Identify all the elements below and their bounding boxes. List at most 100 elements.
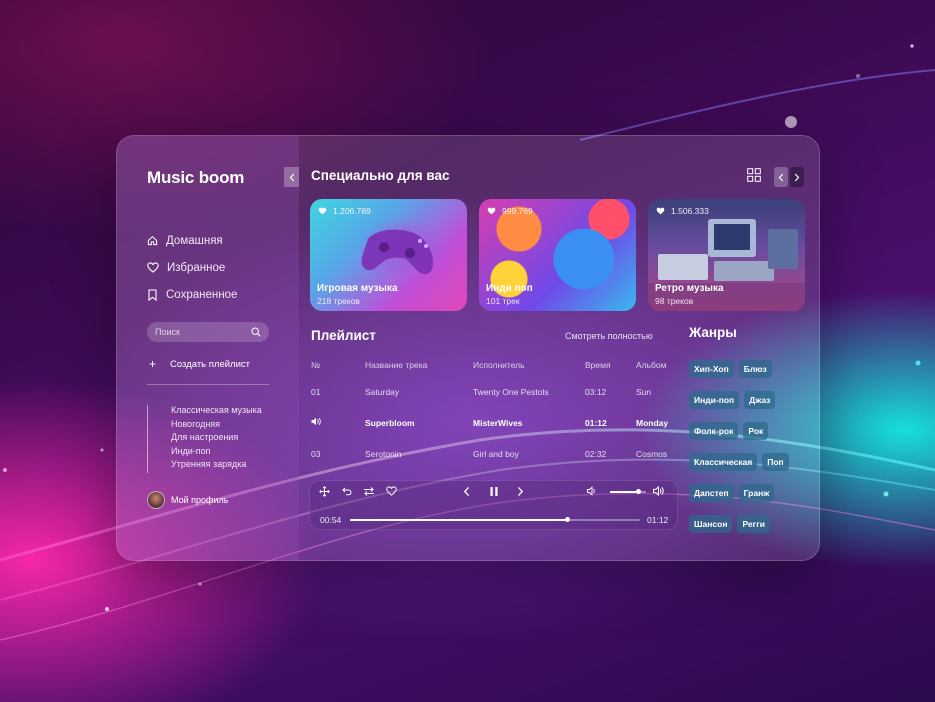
heart-filled-icon	[487, 207, 496, 215]
card-gaming-music[interactable]: 1.206.789 Игровая музыка 218 треков	[310, 199, 467, 311]
genre-chip[interactable]: Хип-Хоп	[689, 359, 734, 378]
main-content: Специально для вас 1.206.789 Игровая муз…	[299, 135, 820, 561]
sidebar: Music boom Домашняя Избранное Сохраненно…	[116, 135, 299, 561]
track-album: Monday	[636, 417, 669, 428]
chevron-right-icon	[517, 486, 524, 497]
see-all-link[interactable]: Смотреть полностью	[565, 331, 653, 341]
prev-page-button[interactable]	[774, 167, 788, 187]
track-number	[311, 407, 365, 438]
track-title: Serotonin	[365, 448, 402, 459]
nav-item-saved[interactable]: Сохраненное	[147, 281, 237, 308]
repeat-button[interactable]	[363, 486, 375, 497]
genre-row: Шансон Регги	[689, 508, 804, 539]
likes-count: 1.506.333	[656, 206, 709, 216]
pause-icon	[490, 487, 498, 496]
playlist-item[interactable]: Классическая музыка	[171, 405, 262, 419]
genre-chip[interactable]: Регги	[737, 514, 770, 533]
volume-high-icon	[653, 486, 664, 496]
playlist-item[interactable]: Для настроения	[171, 432, 262, 446]
featured-title: Специально для вас	[311, 168, 450, 183]
nav-item-label: Сохраненное	[166, 288, 238, 301]
volume-knob[interactable]	[636, 489, 642, 494]
track-album: Sun	[636, 386, 652, 397]
previous-track-button[interactable]	[463, 486, 470, 497]
heart-filled-icon	[656, 207, 665, 215]
plus-icon: +	[149, 357, 157, 371]
progress-knob[interactable]	[565, 517, 570, 522]
volume-down-button[interactable]	[587, 486, 598, 496]
genre-row: Хип-Хоп Блюз	[689, 353, 804, 384]
progress-bar[interactable]	[350, 517, 640, 522]
nav-item-home[interactable]: Домашняя	[147, 227, 237, 254]
genre-row: Фолк-рок Рок	[689, 415, 804, 446]
playlist-title: Плейлист	[311, 328, 376, 343]
next-track-button[interactable]	[517, 486, 524, 497]
track-album: Cosmos	[636, 448, 668, 459]
playlist-list: Классическая музыка Новогодняя Для настр…	[147, 405, 262, 473]
collapse-sidebar-button[interactable]	[284, 167, 299, 187]
progress-fill	[350, 519, 568, 521]
elapsed-time: 00:54	[320, 515, 342, 525]
chevron-left-icon	[289, 173, 294, 181]
table-row[interactable]: 01 Saturday Twenty One Pestols 03:12 Sun	[311, 376, 681, 407]
heart-icon	[386, 486, 397, 496]
genre-chip[interactable]: Рок	[743, 421, 769, 440]
track-artist: MisterWives	[473, 417, 523, 428]
volume-fill	[610, 491, 639, 493]
column-header: Альбом	[636, 360, 667, 370]
card-retro-music[interactable]: 1.506.333 Ретро музыка 98 треков	[648, 199, 805, 311]
track-title: Superbloom	[365, 417, 415, 428]
track-title: Saturday	[365, 386, 400, 397]
track-number: 01	[311, 386, 321, 397]
likes-count: 999.769	[487, 206, 533, 216]
grid-view-button[interactable]	[747, 168, 761, 187]
player-bar: 00:54 01:12	[309, 480, 678, 530]
speaker-playing-icon	[311, 417, 321, 426]
genre-chip[interactable]: Шансон	[689, 514, 733, 533]
shuffle-button[interactable]	[319, 486, 330, 497]
genre-chip[interactable]: Поп	[762, 452, 789, 471]
genre-chip[interactable]: Гранж	[738, 483, 775, 502]
genre-chip[interactable]: Фолк-рок	[689, 421, 739, 440]
volume-up-button[interactable]	[653, 486, 665, 496]
nav-item-label: Домашняя	[166, 234, 223, 247]
card-indie-pop[interactable]: 999.769 Инди поп 101 трек	[479, 199, 636, 311]
table-row-active[interactable]: Superbloom MisterWives 01:12 Monday	[311, 407, 681, 438]
genre-chip[interactable]: Классическая	[689, 452, 758, 471]
create-playlist-button[interactable]: + Создать плейлист	[147, 357, 250, 371]
chevron-left-icon	[778, 173, 784, 181]
move-icon	[319, 486, 330, 497]
card-title: Инди поп	[486, 283, 533, 294]
nav-item-favorites[interactable]: Избранное	[147, 254, 237, 281]
card-subtitle: 98 треков	[655, 296, 694, 306]
back-button[interactable]	[341, 486, 352, 497]
genres-grid: Хип-Хоп Блюз Инди-поп Джаз Фолк-рок Рок Класси…	[689, 353, 804, 539]
next-page-button[interactable]	[790, 167, 804, 187]
volume-slider[interactable]	[610, 489, 646, 494]
track-time: 03:12	[585, 386, 607, 397]
playlist-item[interactable]: Инди-поп	[171, 446, 262, 460]
genre-chip[interactable]: Блюз	[738, 359, 772, 378]
genre-chip[interactable]: Инди-поп	[689, 390, 740, 409]
genre-row: Дапстеп Гранж	[689, 477, 804, 508]
table-row[interactable]: 03 Serotonin Girl and boy 02:32 Cosmos	[311, 438, 681, 469]
card-subtitle: 218 треков	[317, 296, 360, 306]
genre-row: Инди-поп Джаз	[689, 384, 804, 415]
heart-filled-icon	[318, 207, 327, 215]
column-header: Время	[585, 360, 611, 370]
nav-item-label: Избранное	[167, 261, 226, 274]
create-playlist-label: Создать плейлист	[170, 358, 250, 370]
genre-chip[interactable]: Дапстеп	[689, 483, 734, 502]
playlist-item[interactable]: Новогодняя	[171, 419, 262, 433]
grid-icon	[747, 168, 761, 182]
genre-chip[interactable]: Джаз	[744, 390, 776, 409]
playlist-item[interactable]: Утренняя зарядка	[171, 459, 262, 473]
profile-link[interactable]: Мой профиль	[147, 491, 228, 509]
sidebar-nav: Домашняя Избранное Сохраненное	[147, 227, 237, 308]
pause-button[interactable]	[489, 486, 499, 497]
search-icon[interactable]	[251, 327, 261, 337]
card-title: Игровая музыка	[317, 283, 398, 294]
column-header: Исполнитель	[473, 360, 525, 370]
search-input[interactable]	[155, 327, 240, 337]
like-button[interactable]	[386, 486, 397, 496]
